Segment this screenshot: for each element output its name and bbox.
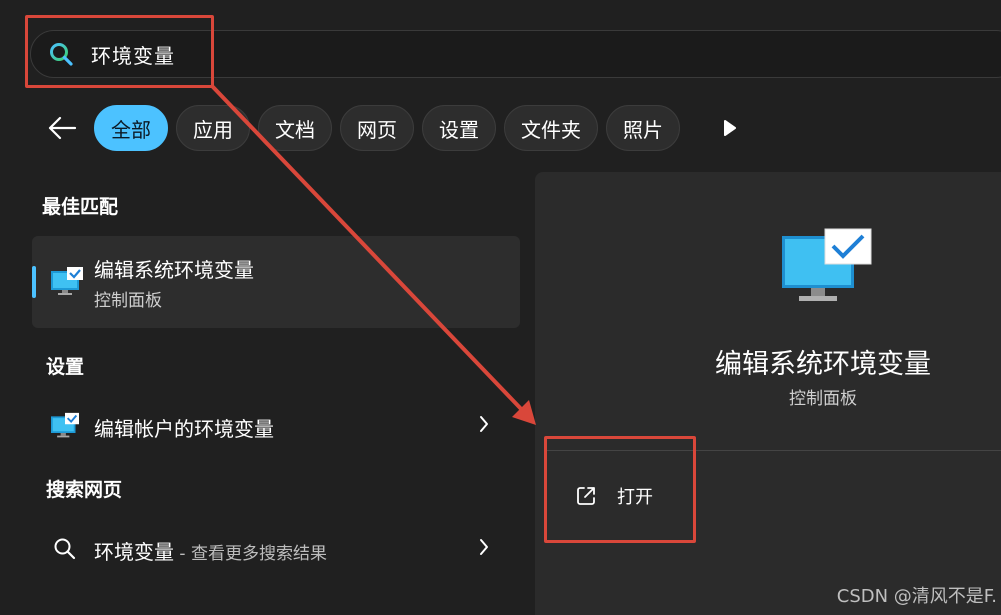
preview-title: 编辑系统环境变量 [715,349,931,380]
web-result-item[interactable]: 环境变量 - 查看更多搜索结果 [32,523,520,575]
arrow-left-icon [48,116,77,140]
start-search-window: 环境变量 全部 应用 文档 网页 设置 文件夹 照片 最佳匹配 编辑系统环境变量… [0,0,1001,615]
best-match-subtitle: 控制面板 [94,291,162,311]
annotation-box-search [25,15,214,88]
web-result-query: 环境变量 [94,540,174,564]
play-icon [724,120,736,136]
search-icon [52,536,78,566]
monitor-check-icon [50,412,80,444]
back-button[interactable] [40,106,84,150]
chevron-right-icon[interactable] [478,537,490,561]
filter-bar: 全部 应用 文档 网页 设置 文件夹 照片 [40,104,750,152]
settings-result-title: 编辑帐户的环境变量 [94,417,274,441]
web-result-title: 环境变量 - 查看更多搜索结果 [94,536,327,565]
monitor-check-icon [781,228,873,312]
settings-result-item[interactable]: 编辑帐户的环境变量 [32,400,520,452]
watermark: CSDN @清风不是F. [836,586,997,607]
section-search-web: 搜索网页 [46,479,123,501]
section-settings: 设置 [46,356,85,378]
tab-all[interactable]: 全部 [94,105,168,151]
tab-apps[interactable]: 应用 [176,105,250,151]
tab-documents[interactable]: 文档 [258,105,332,151]
annotation-box-open [544,436,696,543]
selection-indicator [32,266,36,298]
tab-photos[interactable]: 照片 [606,105,680,151]
best-match-title: 编辑系统环境变量 [94,258,254,282]
more-filters-button[interactable] [710,108,750,148]
best-match-item[interactable]: 编辑系统环境变量 控制面板 [32,236,520,328]
preview-panel: 编辑系统环境变量 控制面板 打开 [535,172,1001,615]
monitor-check-icon [50,266,84,302]
web-result-suffix: - 查看更多搜索结果 [174,544,327,564]
chevron-right-icon[interactable] [478,414,490,438]
tab-web[interactable]: 网页 [340,105,414,151]
tab-folders[interactable]: 文件夹 [504,105,598,151]
tab-settings[interactable]: 设置 [422,105,496,151]
section-best-match: 最佳匹配 [42,196,119,218]
preview-subtitle: 控制面板 [789,389,857,409]
